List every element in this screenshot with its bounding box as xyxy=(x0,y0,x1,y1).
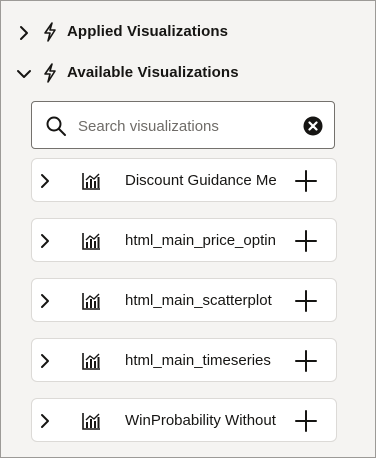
section-title: Available Visualizations xyxy=(67,64,239,81)
add-icon[interactable] xyxy=(294,349,318,373)
add-icon[interactable] xyxy=(294,409,318,433)
list-item[interactable]: html_main_price_optin xyxy=(31,218,337,262)
visualization-name: html_main_scatterplot xyxy=(125,292,272,309)
bar-chart-icon xyxy=(82,173,100,190)
add-icon[interactable] xyxy=(294,289,318,313)
visualization-name: html_main_timeseries xyxy=(125,352,271,369)
list-item[interactable]: Discount Guidance Me xyxy=(31,158,337,202)
visualizations-panel: Applied Visualizations Available Visuali… xyxy=(0,0,376,458)
chevron-down-icon[interactable] xyxy=(16,66,32,82)
bar-chart-icon xyxy=(82,413,100,430)
chevron-right-icon[interactable] xyxy=(38,293,52,309)
clear-icon[interactable] xyxy=(303,116,323,136)
section-title: Applied Visualizations xyxy=(67,23,229,40)
section-available-visualizations[interactable]: Available Visualizations xyxy=(1,59,375,87)
bolt-icon xyxy=(44,63,56,83)
add-icon[interactable] xyxy=(294,229,318,253)
search-input[interactable] xyxy=(78,114,278,138)
visualization-name: Discount Guidance Me xyxy=(125,172,277,189)
bar-chart-icon xyxy=(82,293,100,310)
bar-chart-icon xyxy=(82,353,100,370)
bolt-icon xyxy=(44,22,56,42)
add-icon[interactable] xyxy=(294,169,318,193)
chevron-right-icon[interactable] xyxy=(38,413,52,429)
chevron-right-icon[interactable] xyxy=(16,25,32,41)
section-applied-visualizations[interactable]: Applied Visualizations xyxy=(1,18,375,46)
chevron-right-icon[interactable] xyxy=(38,173,52,189)
visualization-name: html_main_price_optin xyxy=(125,232,276,249)
list-item[interactable]: html_main_timeseries xyxy=(31,338,337,382)
list-item[interactable]: html_main_scatterplot xyxy=(31,278,337,322)
search-box xyxy=(31,101,335,149)
bar-chart-icon xyxy=(82,233,100,250)
visualization-name: WinProbability Without xyxy=(125,412,276,429)
search-icon xyxy=(46,116,66,136)
chevron-right-icon[interactable] xyxy=(38,353,52,369)
list-item[interactable]: WinProbability Without xyxy=(31,398,337,442)
chevron-right-icon[interactable] xyxy=(38,233,52,249)
